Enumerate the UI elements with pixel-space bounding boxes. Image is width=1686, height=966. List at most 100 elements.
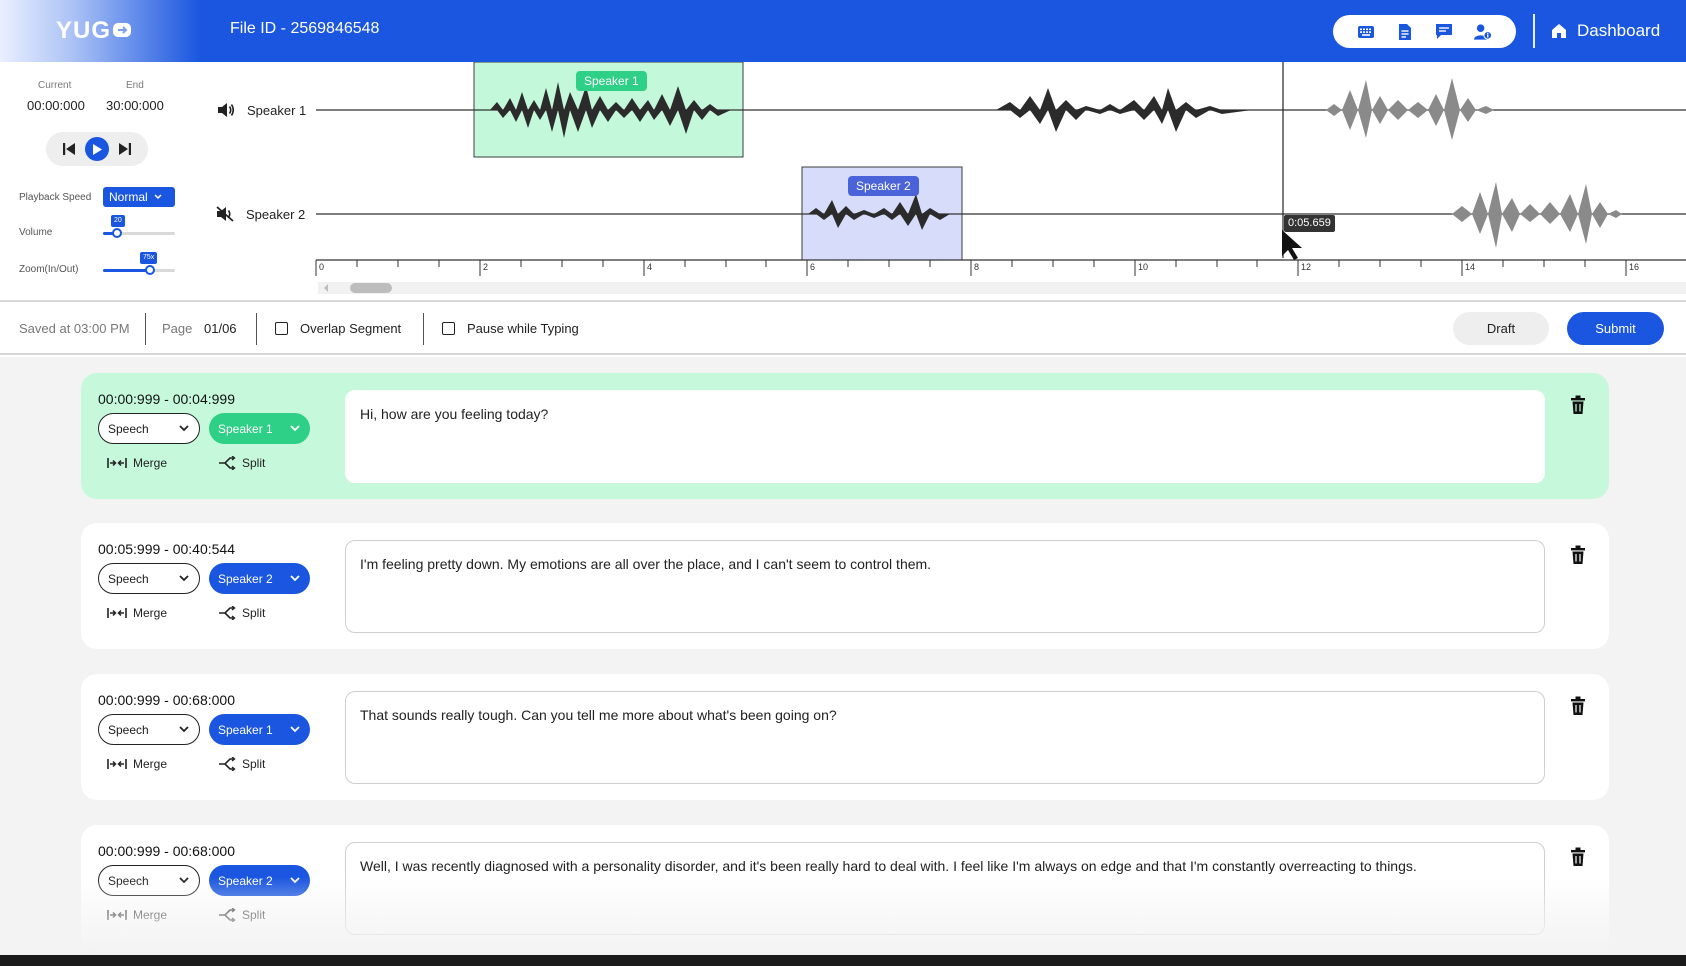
- trash-icon[interactable]: [1570, 395, 1586, 415]
- ruler-label: 4: [647, 262, 653, 272]
- split-button[interactable]: Split: [218, 606, 265, 620]
- split-button[interactable]: Split: [218, 908, 265, 922]
- chevron-down-icon: [179, 877, 189, 884]
- segment-type-select[interactable]: Speech: [98, 714, 200, 745]
- pause-while-typing-checkbox[interactable]: Pause while Typing: [442, 321, 579, 336]
- segment-card[interactable]: 00:00:999 - 00:68:000 Speech Speaker 1 M…: [81, 674, 1609, 800]
- scroll-left-icon[interactable]: [322, 283, 330, 293]
- ruler-label: 12: [1301, 262, 1312, 272]
- header-divider: [1533, 14, 1535, 48]
- draft-button[interactable]: Draft: [1453, 312, 1549, 345]
- keyboard-icon[interactable]: [1357, 23, 1375, 41]
- split-button[interactable]: Split: [218, 456, 265, 470]
- header-icon-group: [1333, 15, 1516, 48]
- split-icon: [219, 606, 236, 620]
- trash-icon[interactable]: [1570, 545, 1586, 565]
- segment-speaker-select[interactable]: Speaker 1: [209, 413, 310, 444]
- merge-label: Merge: [133, 908, 168, 922]
- segment-speaker-select[interactable]: Speaker 2: [209, 865, 310, 896]
- segment-type-value: Speech: [108, 421, 149, 436]
- mouse-cursor-icon: [1282, 230, 1302, 260]
- merge-button[interactable]: Merge: [107, 456, 167, 470]
- segment-transcript-input[interactable]: That sounds really tough. Can you tell m…: [345, 691, 1545, 784]
- split-icon: [219, 456, 236, 470]
- split-button[interactable]: Split: [218, 757, 265, 771]
- document-icon[interactable]: [1396, 23, 1414, 41]
- file-id: File ID - 2569846548: [230, 20, 380, 37]
- segment-transcript-input[interactable]: Well, I was recently diagnosed with a pe…: [345, 842, 1545, 935]
- segment-card[interactable]: 00:05:999 - 00:40:544 Speech Speaker 2 M…: [81, 523, 1609, 649]
- merge-icon: [107, 759, 127, 769]
- segment-type-value: Speech: [108, 722, 149, 737]
- segment-type-select[interactable]: Speech: [98, 413, 200, 444]
- home-icon: [1552, 24, 1566, 38]
- ruler-label: 10: [1138, 262, 1149, 272]
- checkbox-icon: [442, 322, 455, 335]
- comment-icon[interactable]: [1435, 23, 1453, 41]
- trash-icon[interactable]: [1570, 696, 1586, 716]
- merge-icon: [107, 458, 127, 468]
- waveform-display[interactable]: [0, 62, 1686, 302]
- segment-time-range: 00:00:999 - 00:68:000: [98, 843, 236, 859]
- checkbox-icon: [275, 322, 288, 335]
- overlap-segment-checkbox[interactable]: Overlap Segment: [275, 321, 401, 336]
- user-info-icon[interactable]: [1473, 23, 1492, 41]
- toolbar-divider: [423, 313, 424, 345]
- segment-transcript-input[interactable]: Hi, how are you feeling today?: [345, 390, 1545, 483]
- segment-type-select[interactable]: Speech: [98, 865, 200, 896]
- segment-type-value: Speech: [108, 571, 149, 586]
- segment-type-select[interactable]: Speech: [98, 563, 200, 594]
- app-logo[interactable]: YUG: [56, 17, 132, 45]
- segment-transcript-input[interactable]: I'm feeling pretty down. My emotions are…: [345, 540, 1545, 633]
- window-bottom-edge: [0, 955, 1686, 966]
- ruler-label: 16: [1629, 262, 1640, 272]
- timeline-scrollbar[interactable]: [318, 282, 1686, 294]
- segment-card[interactable]: 00:00:999 - 00:68:000 Speech Speaker 2 M…: [81, 825, 1609, 951]
- split-label: Split: [242, 908, 266, 922]
- chevron-down-icon: [290, 877, 300, 884]
- segment-time-range: 00:00:999 - 00:04:999: [98, 391, 236, 407]
- segment-speaker-select[interactable]: Speaker 1: [209, 714, 310, 745]
- merge-button[interactable]: Merge: [107, 606, 167, 620]
- speaker2-waveform-upcoming: [1452, 182, 1622, 248]
- ruler-label: 6: [810, 262, 816, 272]
- segment-time-range: 00:05:999 - 00:40:544: [98, 541, 236, 557]
- editor-toolbar: Saved at 03:00 PM Page 01/06 Overlap Seg…: [0, 303, 1686, 355]
- speaker2-region-badge: Speaker 2: [848, 176, 919, 196]
- segment-speaker-value: Speaker 2: [218, 571, 273, 586]
- dashboard-link[interactable]: Dashboard: [1551, 19, 1660, 43]
- split-label: Split: [242, 606, 266, 620]
- split-label: Split: [242, 456, 266, 470]
- segment-speaker-select[interactable]: Speaker 2: [209, 563, 310, 594]
- ruler-label: 0: [319, 262, 325, 272]
- chevron-down-icon: [290, 425, 300, 432]
- segment-time-range: 00:00:999 - 00:68:000: [98, 692, 236, 708]
- audio-player-panel: Current End 00:00:000 30:00:000 Playback…: [0, 62, 1686, 302]
- ruler-label: 8: [974, 262, 980, 272]
- merge-icon: [107, 608, 127, 618]
- segment-speaker-value: Speaker 1: [218, 722, 273, 737]
- page-value: 01/06: [204, 321, 237, 336]
- toolbar-divider: [256, 313, 257, 345]
- chevron-down-icon: [290, 575, 300, 582]
- submit-button[interactable]: Submit: [1567, 312, 1664, 345]
- timeline-scroll-thumb[interactable]: [350, 283, 392, 293]
- merge-button[interactable]: Merge: [107, 908, 167, 922]
- chevron-down-icon: [179, 425, 189, 432]
- speaker1-region-badge: Speaker 1: [576, 71, 647, 91]
- chevron-down-icon: [290, 726, 300, 733]
- saved-status: Saved at 03:00 PM: [19, 321, 130, 336]
- split-icon: [219, 908, 236, 922]
- page-label: Page: [162, 321, 193, 336]
- merge-label: Merge: [133, 757, 168, 771]
- trash-icon[interactable]: [1570, 847, 1586, 867]
- merge-button[interactable]: Merge: [107, 757, 167, 771]
- ruler-label: 14: [1465, 262, 1476, 272]
- overlap-segment-label: Overlap Segment: [300, 321, 402, 336]
- segment-type-value: Speech: [108, 873, 149, 888]
- pause-while-typing-label: Pause while Typing: [467, 321, 579, 336]
- split-icon: [219, 757, 236, 771]
- logo-mark-icon: [113, 23, 132, 37]
- ruler-label: 2: [483, 262, 489, 272]
- segment-card[interactable]: 00:00:999 - 00:04:999 Speech Speaker 1 M…: [81, 373, 1609, 499]
